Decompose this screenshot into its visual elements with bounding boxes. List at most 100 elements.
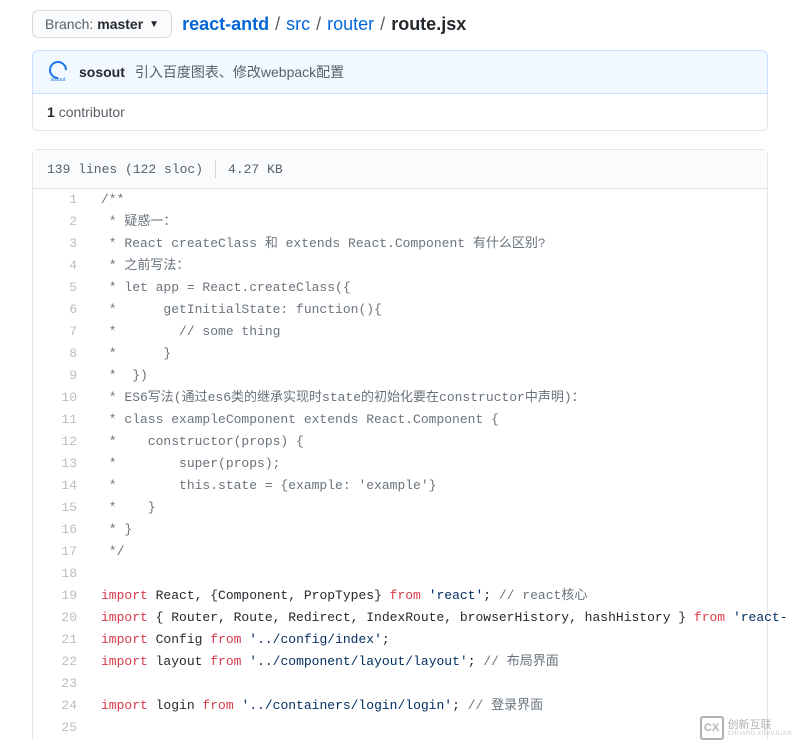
code-line: 17 */ [33, 541, 767, 563]
commit-message-link[interactable]: 引入百度图表、修改webpack配置 [135, 62, 344, 82]
breadcrumb-repo-link[interactable]: react-antd [182, 14, 269, 35]
line-number[interactable]: 9 [33, 365, 91, 387]
code-line: 14 * this.state = {example: 'example'} [33, 475, 767, 497]
code-line: 23 [33, 673, 767, 695]
line-content: */ [91, 541, 124, 563]
line-number[interactable]: 25 [33, 717, 91, 739]
line-number[interactable]: 5 [33, 277, 91, 299]
code-line: 1/** [33, 189, 767, 211]
line-content [91, 717, 101, 739]
line-number[interactable]: 6 [33, 299, 91, 321]
file-size-info: 4.27 KB [228, 162, 283, 177]
line-content: * // some thing [91, 321, 280, 343]
file-stats-bar: 139 lines (122 sloc) 4.27 KB [33, 150, 767, 189]
code-line: 6 * getInitialState: function(){ [33, 299, 767, 321]
line-number[interactable]: 16 [33, 519, 91, 541]
chevron-down-icon: ▼ [149, 19, 159, 30]
line-content: * 之前写法： [91, 255, 189, 277]
code-line: 9 * }) [33, 365, 767, 387]
line-number[interactable]: 1 [33, 189, 91, 211]
line-number[interactable]: 18 [33, 563, 91, 585]
line-number[interactable]: 3 [33, 233, 91, 255]
line-content: * super(props); [91, 453, 280, 475]
line-number[interactable]: 10 [33, 387, 91, 409]
line-content: * } [91, 343, 171, 365]
line-content: * React createClass 和 extends React.Comp… [91, 233, 546, 255]
code-area: 1/**2 * 疑惑一：3 * React createClass 和 exte… [33, 189, 767, 739]
line-number[interactable]: 24 [33, 695, 91, 717]
commit-info-box: sosout sosout 引入百度图表、修改webpack配置 [32, 50, 768, 94]
avatar[interactable]: sosout [47, 61, 69, 83]
contributors-count: 1 [47, 104, 55, 120]
code-line: 11 * class exampleComponent extends Reac… [33, 409, 767, 431]
commit-author-link[interactable]: sosout [79, 64, 125, 80]
divider [215, 160, 216, 178]
watermark-logo-icon: CX [700, 716, 724, 740]
code-line: 2 * 疑惑一： [33, 211, 767, 233]
breadcrumb-folder-link[interactable]: src [286, 14, 310, 35]
line-number[interactable]: 21 [33, 629, 91, 651]
code-line: 10 * ES6写法(通过es6类的继承实现时state的初始化要在constr… [33, 387, 767, 409]
line-number[interactable]: 4 [33, 255, 91, 277]
line-number[interactable]: 2 [33, 211, 91, 233]
line-number[interactable]: 20 [33, 607, 91, 629]
breadcrumb-separator: / [316, 14, 321, 35]
code-line: 16 * } [33, 519, 767, 541]
breadcrumb-current-file: route.jsx [391, 14, 466, 35]
line-content: * this.state = {example: 'example'} [91, 475, 436, 497]
file-view-box: 139 lines (122 sloc) 4.27 KB 1/**2 * 疑惑一… [32, 149, 768, 739]
line-content: * getInitialState: function(){ [91, 299, 382, 321]
line-number[interactable]: 19 [33, 585, 91, 607]
line-content: import React, {Component, PropTypes} fro… [91, 585, 587, 607]
branch-name: master [97, 16, 143, 32]
line-number[interactable]: 15 [33, 497, 91, 519]
line-number[interactable]: 8 [33, 343, 91, 365]
avatar-icon [45, 57, 70, 82]
code-line: 15 * } [33, 497, 767, 519]
line-content: * class exampleComponent extends React.C… [91, 409, 499, 431]
code-line: 8 * } [33, 343, 767, 365]
line-number[interactable]: 13 [33, 453, 91, 475]
line-content: import Config from '../config/index'; [91, 629, 390, 651]
code-line: 21import Config from '../config/index'; [33, 629, 767, 651]
code-line: 3 * React createClass 和 extends React.Co… [33, 233, 767, 255]
line-number[interactable]: 12 [33, 431, 91, 453]
line-content: * } [91, 519, 132, 541]
breadcrumb: react-antd / src / router / route.jsx [182, 14, 466, 35]
line-number[interactable]: 14 [33, 475, 91, 497]
line-content: import login from '../containers/login/l… [91, 695, 543, 717]
line-number[interactable]: 11 [33, 409, 91, 431]
code-line: 25 [33, 717, 767, 739]
line-content: * constructor(props) { [91, 431, 304, 453]
contributors-box: 1 contributor [32, 94, 768, 131]
code-line: 20import { Router, Route, Redirect, Inde… [33, 607, 767, 629]
line-content: /** [91, 189, 124, 211]
code-line: 4 * 之前写法： [33, 255, 767, 277]
watermark: CX 创新互联 CHUANG XINHULIAN [700, 716, 792, 740]
breadcrumb-folder-link[interactable]: router [327, 14, 374, 35]
line-content: import { Router, Route, Redirect, IndexR… [91, 607, 788, 629]
line-number[interactable]: 23 [33, 673, 91, 695]
code-line: 5 * let app = React.createClass({ [33, 277, 767, 299]
code-line: 24import login from '../containers/login… [33, 695, 767, 717]
breadcrumb-separator: / [275, 14, 280, 35]
line-content: import layout from '../component/layout/… [91, 651, 559, 673]
line-number[interactable]: 7 [33, 321, 91, 343]
header-row: Branch: master ▼ react-antd / src / rout… [0, 0, 800, 50]
file-lines-info: 139 lines (122 sloc) [47, 162, 203, 177]
line-content: * }) [91, 365, 148, 387]
line-number[interactable]: 22 [33, 651, 91, 673]
line-number[interactable]: 17 [33, 541, 91, 563]
line-content: * 疑惑一： [91, 211, 176, 233]
line-content [91, 563, 101, 585]
code-line: 13 * super(props); [33, 453, 767, 475]
line-content [91, 673, 101, 695]
branch-selector-button[interactable]: Branch: master ▼ [32, 10, 172, 38]
watermark-text: 创新互联 [728, 720, 792, 731]
code-line: 12 * constructor(props) { [33, 431, 767, 453]
code-line: 7 * // some thing [33, 321, 767, 343]
code-line: 19import React, {Component, PropTypes} f… [33, 585, 767, 607]
branch-label: Branch: [45, 16, 93, 32]
watermark-subtext: CHUANG XINHULIAN [728, 731, 792, 737]
breadcrumb-separator: / [380, 14, 385, 35]
